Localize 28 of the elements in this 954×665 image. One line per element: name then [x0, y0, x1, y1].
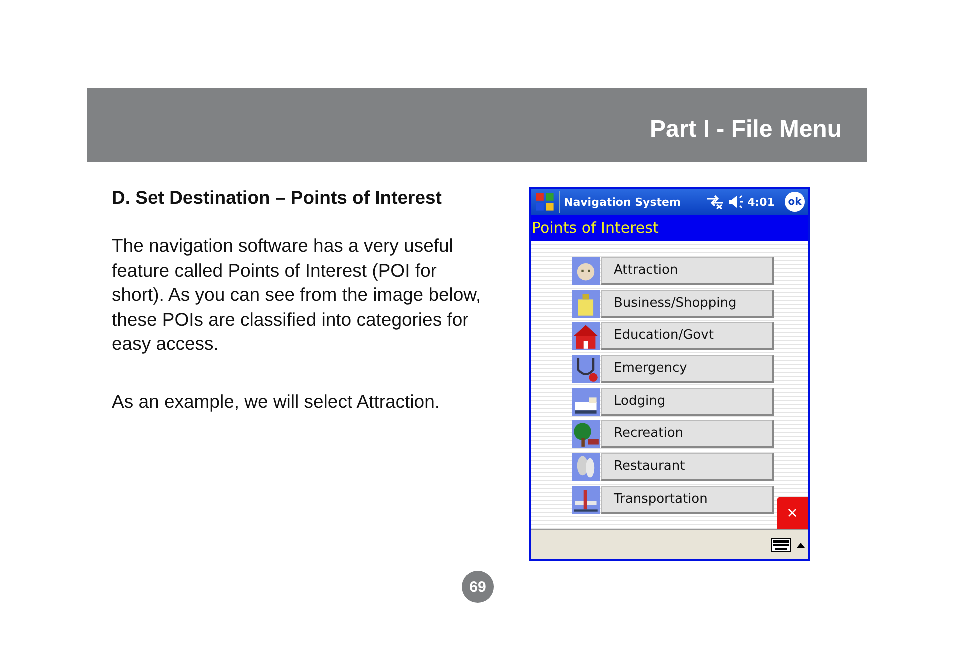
close-button[interactable]: × — [777, 497, 808, 529]
page-number: 69 — [462, 571, 494, 603]
app-title: Navigation System — [564, 196, 682, 208]
arrow-up-icon[interactable] — [797, 542, 805, 548]
house-icon[interactable] — [571, 322, 601, 350]
ok-button[interactable]: ok — [785, 192, 805, 212]
speaker-icon[interactable] — [728, 194, 744, 210]
category-button[interactable]: Lodging — [601, 388, 774, 416]
paragraph: The navigation software has a very useful feature called Points of Interest (POI for short). As you can see from the image below, these POIs are classified into categories for easy access. — [112, 234, 482, 356]
bed-icon[interactable] — [571, 388, 601, 416]
category-button[interactable]: Education/Govt — [601, 322, 774, 350]
category-button[interactable]: Business/Shopping — [601, 290, 774, 318]
category-button[interactable]: Emergency — [601, 355, 774, 384]
stethoscope-icon[interactable] — [571, 355, 601, 384]
paragraph: As an example, we will select Attraction. — [112, 390, 442, 414]
start-icon[interactable] — [534, 191, 560, 213]
category-button[interactable]: Attraction — [601, 257, 774, 285]
category-button[interactable]: Recreation — [601, 420, 774, 448]
screen-title: Points of Interest — [531, 215, 808, 241]
connectivity-icon[interactable] — [706, 194, 724, 210]
clock-time: 4:01 — [748, 196, 775, 208]
category-button[interactable]: Transportation — [601, 486, 774, 514]
chapter-title: Part I - File Menu — [650, 116, 842, 144]
bag-icon[interactable] — [571, 290, 601, 318]
section-heading: D. Set Destination – Points of Interest — [112, 187, 443, 209]
category-button[interactable]: Restaurant — [601, 453, 774, 482]
tree-icon[interactable] — [571, 420, 601, 448]
keyboard-icon[interactable] — [771, 538, 791, 552]
